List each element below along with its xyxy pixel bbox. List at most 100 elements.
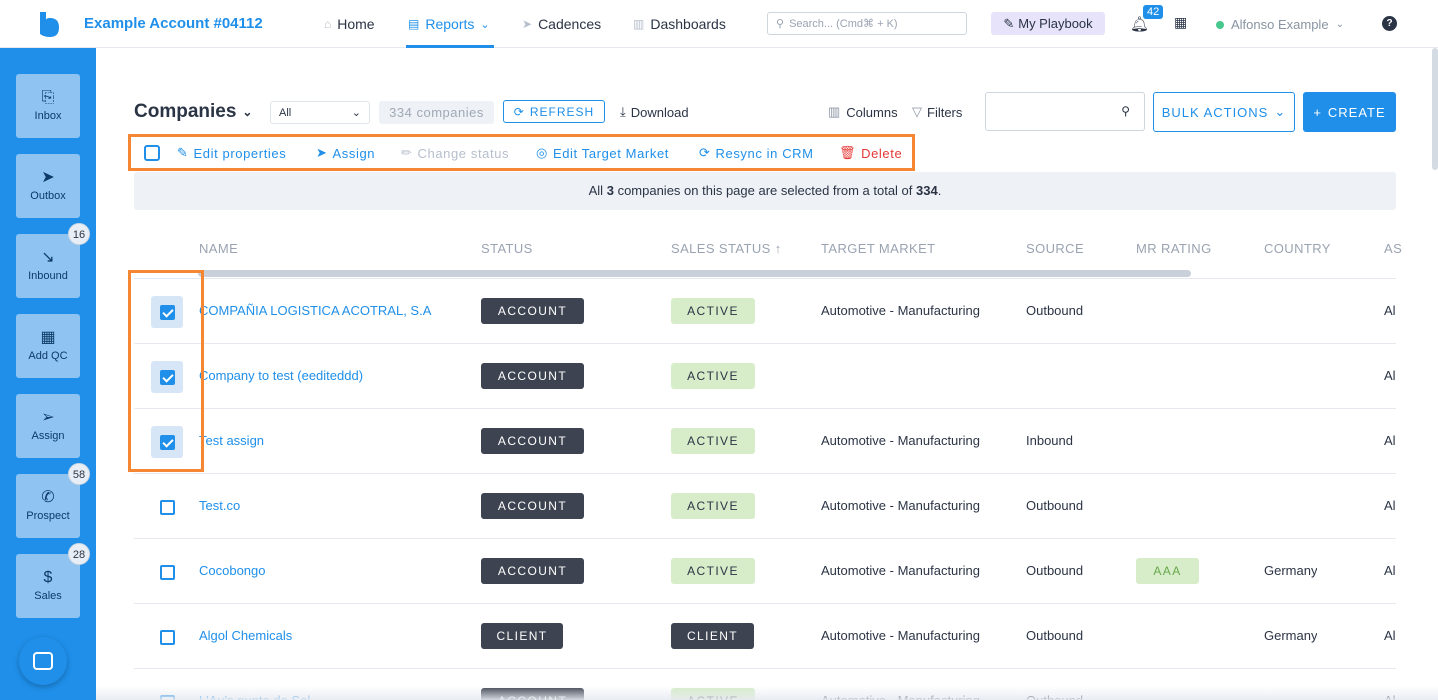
download-button[interactable]: ⤓ Download [620,104,689,120]
delete-button[interactable]: 🗑︎ Delete [839,145,902,161]
target-market-cell: Automotive - Manufacturing [821,628,980,643]
source-cell: Outbound [1026,628,1084,643]
status-badge: ACCOUNT [481,493,584,519]
table-search-input[interactable]: ⚲ [985,92,1145,131]
row-checkbox[interactable] [160,630,175,645]
top-bar: Example Account #04112 ⌂ Home ▤ Reports … [0,0,1438,48]
inbound-count-badge: 16 [68,223,90,245]
sidebar-item-assign[interactable]: ➢ Assign [16,394,80,458]
assignee-cell: Al [1384,368,1396,383]
company-name-link[interactable]: COMPAÑIA LOGISTICA ACOTRAL, S.A [199,303,459,318]
target-market-cell: Automotive - Manufacturing [821,498,980,513]
table-row[interactable]: Cocobongo ACCOUNT ACTIVE Automotive - Manuf… [134,539,1396,604]
column-header-target-market[interactable]: TARGET MARKET [821,241,936,256]
sales-count-badge: 28 [68,543,90,565]
phone-icon: ✆ [41,489,55,506]
inbound-icon: ↘ [41,249,55,266]
create-button[interactable]: + CREATE [1303,92,1396,132]
assignee-cell: Al [1384,628,1396,643]
bottom-fade [96,686,1438,700]
column-header-source[interactable]: SOURCE [1026,241,1084,256]
table-row[interactable]: Test.co ACCOUNT ACTIVE Automotive - Manufac… [134,474,1396,539]
home-icon: ⌂ [324,17,332,31]
cadences-icon: ➤ [522,17,533,31]
company-name-link[interactable]: Test.co [199,498,459,513]
chevron-down-icon: ⌄ [1335,19,1344,30]
row-checkbox-wrapper[interactable] [151,491,183,523]
sidebar-item-add-qc[interactable]: ▦ Add QC [16,314,80,378]
edit-icon: ✎ [177,145,189,160]
change-status-button[interactable]: ✏ Change status [401,145,509,161]
select-all-checkbox[interactable] [144,145,160,161]
sync-icon: ⟳ [699,145,711,160]
row-checkbox-wrapper[interactable] [151,621,183,653]
sidebar-item-inbox[interactable]: ⎘ Inbox [16,74,80,138]
prospect-count-badge: 58 [68,463,90,485]
row-checkbox-wrapper[interactable] [151,556,183,588]
company-name-link[interactable]: Test assign [199,433,459,448]
horizontal-scrollbar[interactable] [198,270,1191,277]
assignee-cell: Al [1384,563,1396,578]
column-header-mr-rating[interactable]: MR RATING [1136,241,1212,256]
account-title[interactable]: Example Account #04112 [84,15,263,32]
columns-button[interactable]: ▥ Columns [828,104,898,120]
company-name-link[interactable]: Algol Chemicals [199,628,459,643]
send-icon: ➤ [316,145,328,160]
page-title[interactable]: Companies ⌄ [134,101,252,123]
column-header-assignee[interactable]: AS [1384,241,1402,256]
sidebar-item-sales[interactable]: $ Sales [16,554,80,618]
column-header-country[interactable]: COUNTRY [1264,241,1331,256]
app-logo-icon[interactable] [38,12,60,37]
table-row[interactable]: Company to test (eediteddd) ACCOUNT ACTIVE… [134,344,1396,409]
target-market-cell: Automotive - Manufacturing [821,433,980,448]
magic-wand-icon: ✎ [1003,15,1015,31]
company-name-link[interactable]: Company to test (eediteddd) [199,368,459,383]
assign-button[interactable]: ➤ Assign [316,145,375,161]
column-header-sales-status[interactable]: SALES STATUS ↑ [671,241,782,256]
column-header-name[interactable]: NAME [199,241,238,256]
bulk-actions-button[interactable]: BULK ACTIONS ⌄ [1153,92,1295,132]
company-name-link[interactable]: Cocobongo [199,563,459,578]
country-cell: Germany [1264,563,1318,578]
chat-launcher-button[interactable] [19,637,67,685]
help-icon[interactable]: ? [1382,16,1397,31]
plus-icon: + [1313,104,1322,120]
table-row[interactable]: Test assign ACCOUNT ACTIVE Automotive - Man… [134,409,1396,474]
edit-target-market-button[interactable]: ◎ Edit Target Market [536,145,669,161]
sidebar-item-prospect[interactable]: ✆ Prospect [16,474,80,538]
download-icon: ⤓ [620,104,626,119]
search-icon: ⚲ [1121,104,1130,118]
assignee-cell: Al [1384,498,1396,513]
assignee-cell: Al [1384,303,1396,318]
reports-icon: ▤ [408,17,420,31]
vertical-scrollbar[interactable] [1432,48,1438,170]
sidebar-item-inbound[interactable]: ↘ Inbound [16,234,80,298]
target-icon: ◎ [536,145,548,160]
global-search-input[interactable]: ⚲ Search... (Cmd⌘ + K) [767,12,967,35]
row-checkbox[interactable] [160,500,175,515]
sidebar-item-outbox[interactable]: ➤ Outbox [16,154,80,218]
my-playbook-button[interactable]: ✎ My Playbook [991,12,1105,35]
row-checkbox[interactable] [160,565,175,580]
resync-crm-button[interactable]: ⟳ Resync in CRM [699,145,814,161]
nav-cadences[interactable]: ➤ Cadences [522,16,601,32]
assign-icon: ➢ [41,409,55,426]
nav-dashboards[interactable]: ▥ Dashboards [633,16,726,32]
calendar-icon[interactable]: ▦ [1174,14,1187,31]
view-filter-select[interactable]: All ⌄ [270,101,370,124]
nav-home[interactable]: ⌂ Home [324,16,375,32]
column-header-status[interactable]: STATUS [481,241,533,256]
user-menu[interactable]: Alfonso Example ⌄ [1216,17,1344,32]
table-row[interactable]: Algol Chemicals CLIENT CLIENT Automotive - … [134,604,1396,669]
chat-icon [33,652,53,670]
edit-properties-button[interactable]: ✎ Edit properties [177,145,286,161]
nav-reports[interactable]: ▤ Reports ⌄ [408,16,490,32]
source-cell: Inbound [1026,433,1073,448]
status-badge: ACCOUNT [481,428,584,454]
chevron-down-icon: ⌄ [480,18,490,31]
refresh-button[interactable]: ⟳ REFRESH [503,100,605,123]
table-row[interactable]: COMPAÑIA LOGISTICA ACOTRAL, S.A ACCOUNT AC… [134,279,1396,344]
chevron-down-icon: ⌄ [242,105,253,119]
pencil-icon: ✏ [401,145,413,160]
filters-button[interactable]: ▽ Filters [912,104,962,120]
